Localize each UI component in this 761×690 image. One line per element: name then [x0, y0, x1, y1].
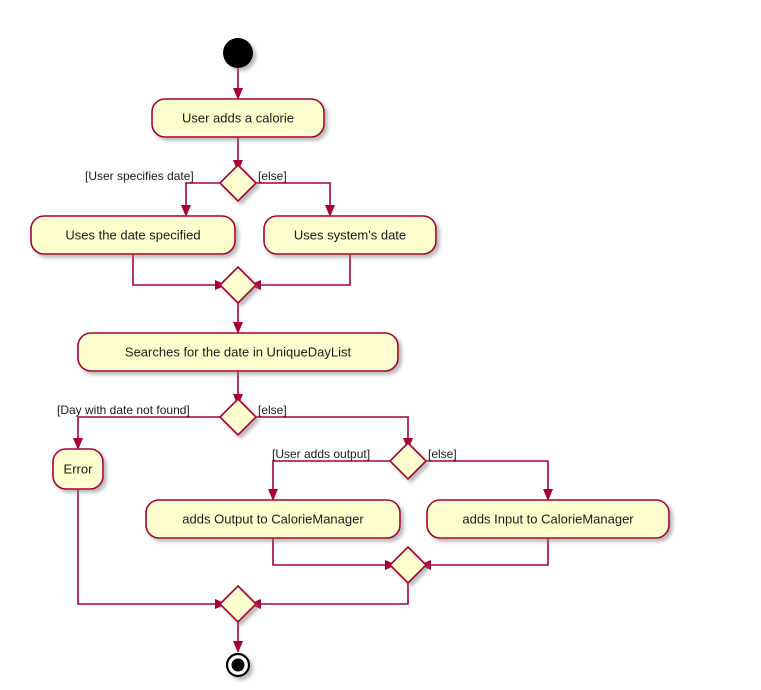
activity-label-adds-output-to-caloriemanager: adds Output to CalorieManager — [182, 511, 364, 526]
edge-m2-to-m3 — [256, 579, 409, 605]
activity-diagram-svg: User adds a calorie Uses the date specif… — [30, 38, 670, 678]
activity-node[interactable]: Searches for the date in UniqueDayList — [77, 332, 399, 372]
activity-node[interactable]: Uses the date specified — [30, 215, 236, 255]
edge-a7-to-m2 — [426, 538, 549, 566]
edge-d2-right — [252, 416, 409, 441]
guard-label-user-specifies-date: [User specifies date] — [85, 169, 194, 183]
merge-diamond-final[interactable] — [218, 584, 258, 624]
activity-diagram-canvas: User adds a calorie Uses the date specif… — [0, 0, 761, 690]
activity-label-user-adds-a-calorie: User adds a calorie — [182, 110, 294, 125]
activity-node[interactable]: adds Input to CalorieManager — [426, 499, 670, 539]
edge-d3-left — [272, 460, 394, 494]
edge-d1-right — [252, 182, 331, 210]
edge-d2-left — [77, 416, 224, 443]
activity-node[interactable]: adds Output to CalorieManager — [145, 499, 401, 539]
decision-diamond-user-specifies-date[interactable] — [218, 163, 258, 203]
guard-label-else-date: [else] — [258, 169, 287, 183]
guard-label-else-output: [else] — [428, 447, 457, 461]
activity-node[interactable]: User adds a calorie — [151, 98, 325, 138]
activity-label-uses-systems-date: Uses system's date — [294, 227, 406, 242]
decision-diamond-user-adds-output[interactable] — [388, 441, 428, 481]
end-node — [225, 652, 251, 678]
merge-diamond-date-branches[interactable] — [218, 265, 258, 305]
activity-label-uses-the-date-specified: Uses the date specified — [65, 227, 200, 242]
activity-node[interactable]: Error — [52, 448, 104, 490]
edge-a3-to-m1 — [256, 254, 351, 286]
edge-a6-to-m2 — [272, 538, 390, 566]
edge-d3-right — [422, 460, 549, 494]
guard-label-day-with-date-not-found: [Day with date not found] — [57, 403, 190, 417]
edge-d1-left — [185, 182, 224, 210]
arrowhead-m3-end — [233, 641, 243, 653]
merge-diamond-input-output-branches[interactable] — [388, 545, 428, 585]
decision-diamond-day-with-date-not-found[interactable] — [218, 397, 258, 437]
activity-label-error: Error — [64, 461, 94, 476]
guard-label-user-adds-output: [User adds output] — [272, 447, 370, 461]
guard-label-else-day-found: [else] — [258, 403, 287, 417]
activity-label-adds-input-to-caloriemanager: adds Input to CalorieManager — [462, 511, 634, 526]
activity-label-searches-for-the-date: Searches for the date in UniqueDayList — [125, 344, 352, 359]
start-node — [223, 38, 253, 68]
activity-node[interactable]: Uses system's date — [263, 215, 437, 255]
edge-a2-to-m1 — [132, 254, 220, 286]
